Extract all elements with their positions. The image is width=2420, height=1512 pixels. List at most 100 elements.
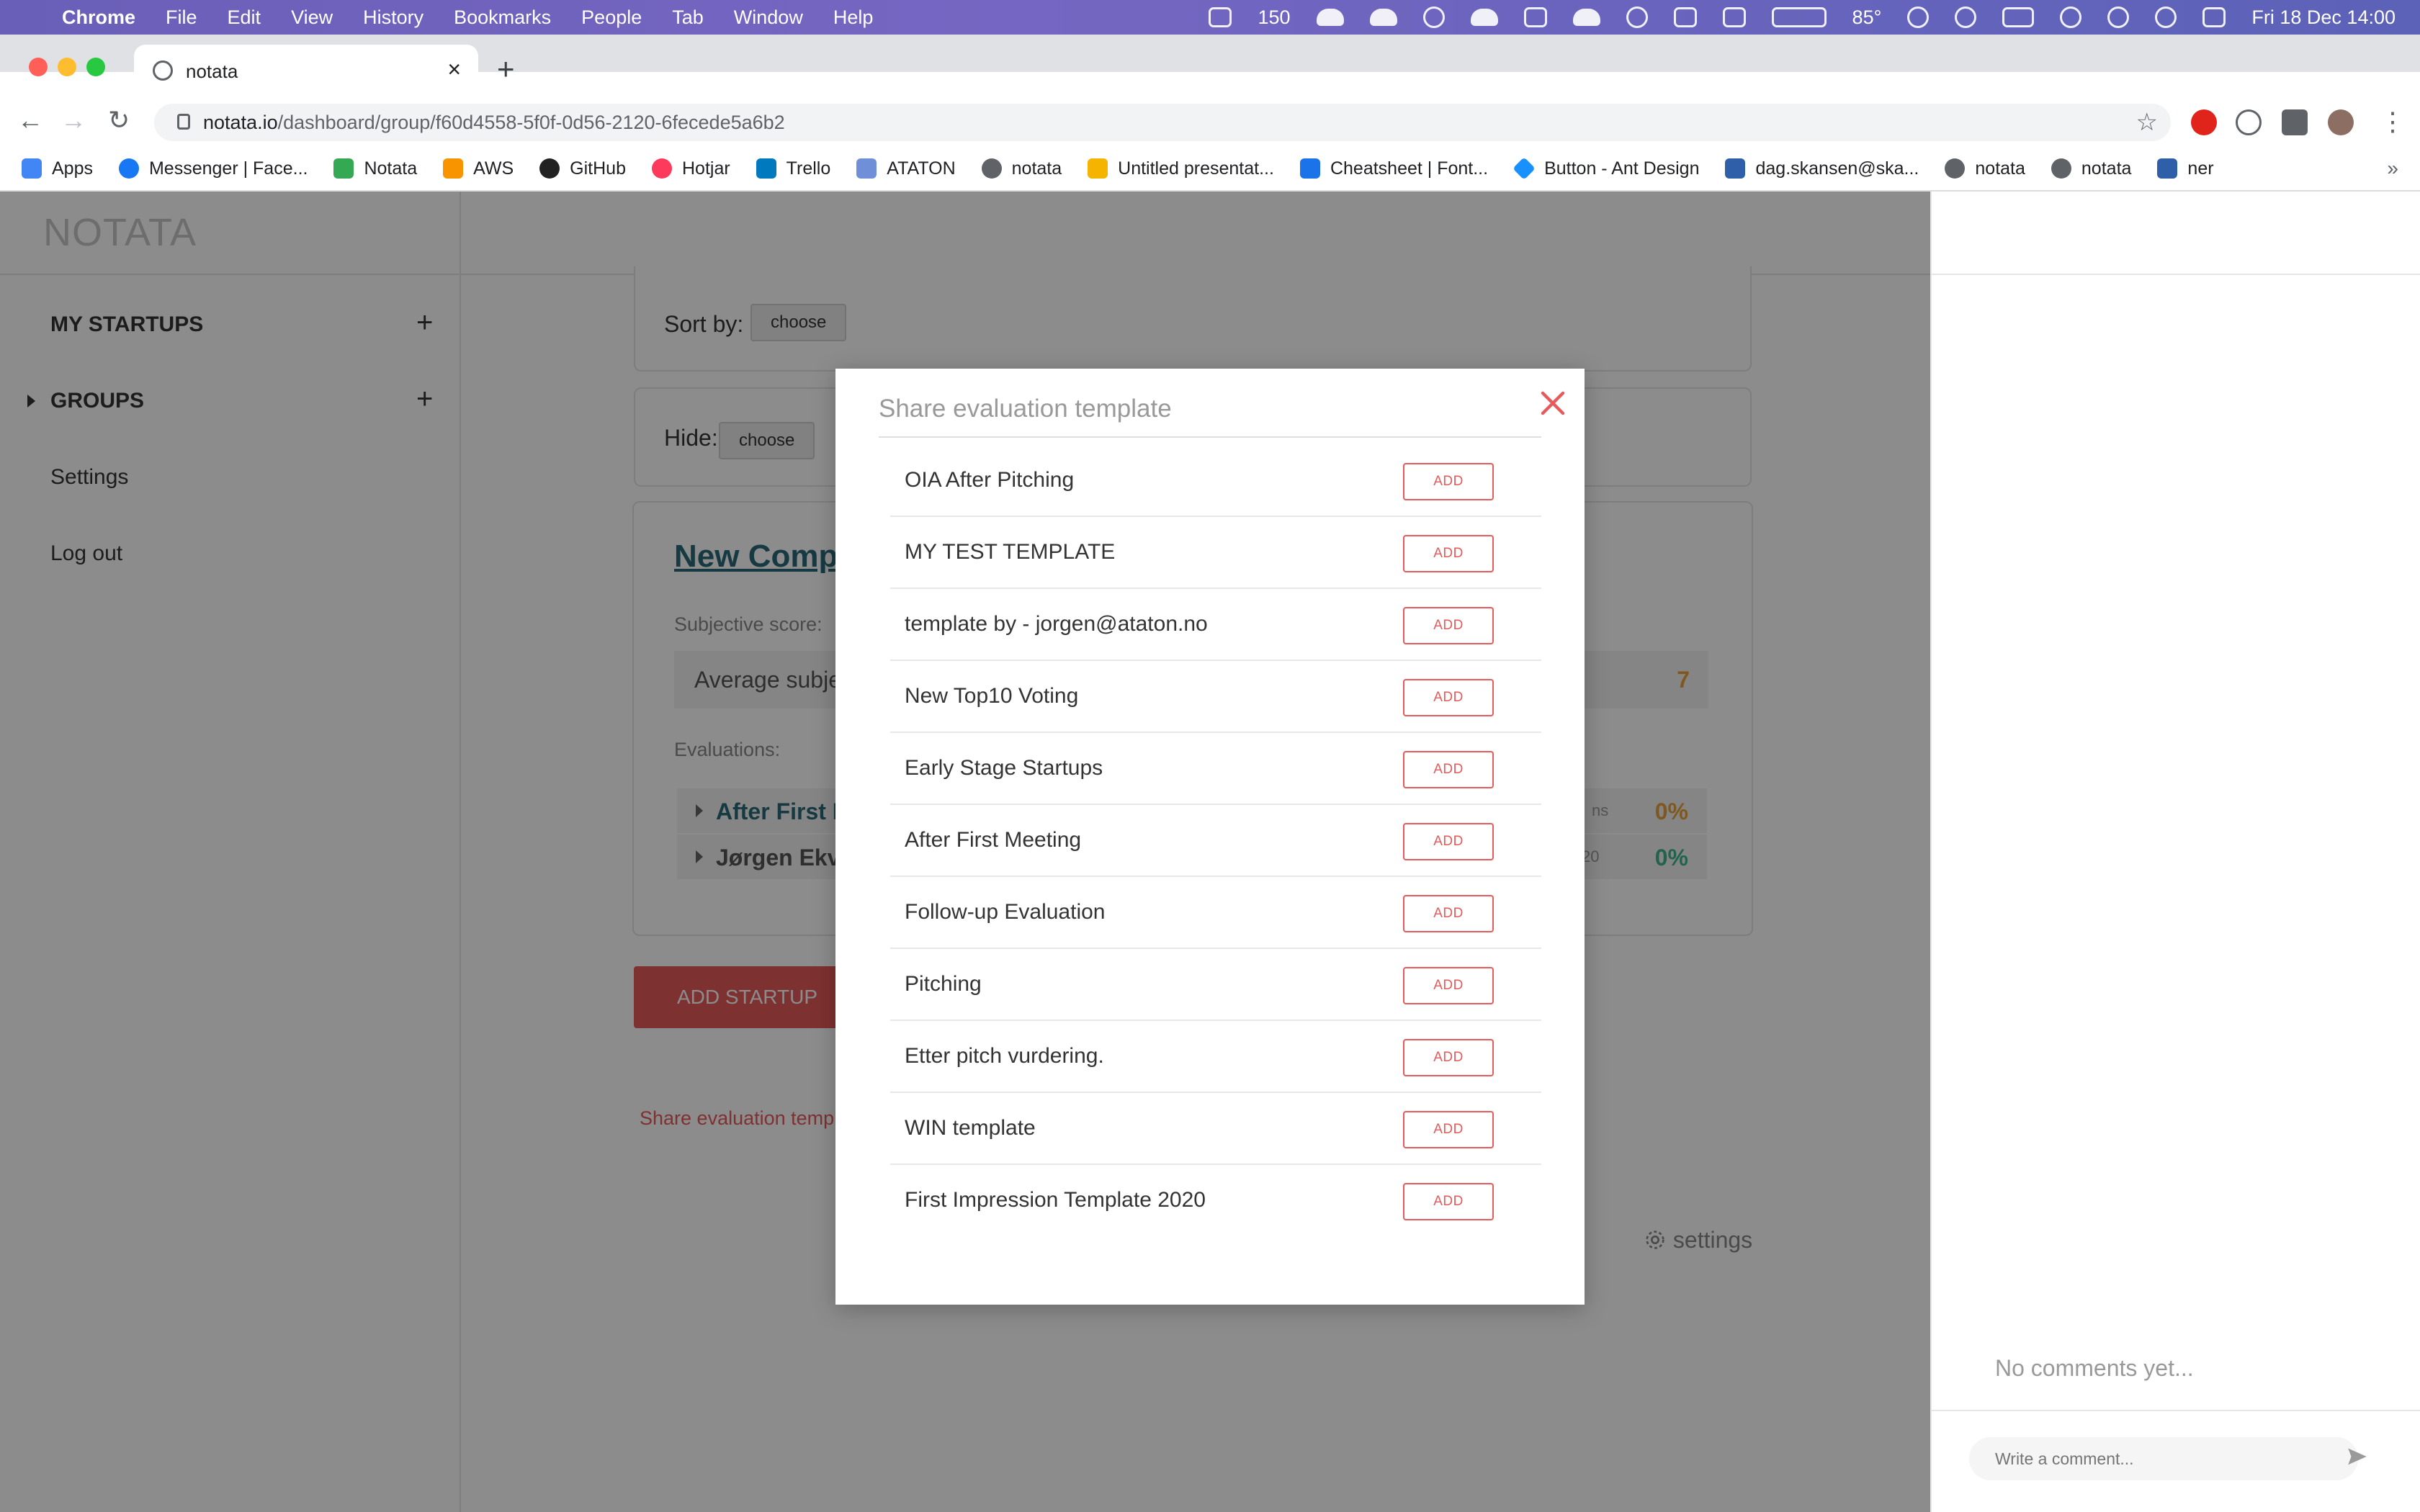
globe-icon [1945, 158, 1966, 179]
temperature-readout[interactable]: 85° [1852, 6, 1882, 29]
template-row: WIN template ADD [890, 1093, 1541, 1165]
add-template-button[interactable]: ADD [1403, 463, 1494, 500]
bookmark-app-icon[interactable] [1722, 7, 1746, 27]
add-template-button[interactable]: ADD [1403, 679, 1494, 716]
bookmark-dag-skansen[interactable]: dag.skansen@ska... [1725, 158, 1919, 179]
back-arrow-icon[interactable]: ← [17, 105, 43, 135]
bookmark-untitled-presentation[interactable]: Untitled presentat... [1088, 158, 1274, 179]
window-close-button[interactable] [29, 58, 48, 76]
bookmarks-bar: Apps Messenger | Face... Notata AWS GitH… [0, 147, 2420, 192]
globe-icon [981, 158, 1002, 179]
wifi-icon[interactable] [2060, 6, 2082, 28]
add-template-button[interactable]: ADD [1403, 607, 1494, 644]
template-name: Pitching [905, 972, 982, 996]
url-text[interactable]: notata.io/dashboard/group/f60d4558-5f0f-… [203, 112, 785, 134]
browser-tab[interactable]: notata × [134, 45, 478, 96]
brain-icon[interactable] [1626, 6, 1648, 28]
add-template-button[interactable]: ADD [1403, 823, 1494, 860]
menu-people[interactable]: People [581, 6, 642, 29]
play-icon[interactable] [1907, 6, 1930, 28]
bookmarks-overflow-icon[interactable]: » [2387, 157, 2398, 180]
control-center-icon[interactable] [2202, 7, 2226, 27]
bluetooth-icon[interactable] [1955, 6, 1977, 28]
bookmark-aws[interactable]: AWS [443, 158, 514, 179]
bookmark-label: ATATON [887, 158, 956, 179]
menu-file[interactable]: File [166, 6, 197, 29]
template-row: template by - jorgen@ataton.no ADD [890, 589, 1541, 661]
password-manager-icon[interactable] [1422, 6, 1445, 28]
bookmark-notata-2[interactable]: notata [1945, 158, 2025, 179]
menu-bookmarks[interactable]: Bookmarks [454, 6, 551, 29]
weather-cloud-icon[interactable] [1572, 9, 1600, 26]
facebook-icon [118, 158, 139, 179]
bookmark-label: Trello [786, 158, 831, 179]
bookmark-ner[interactable]: ner [2157, 158, 2214, 179]
bookmark-messenger[interactable]: Messenger | Face... [118, 158, 308, 179]
status-count[interactable]: 150 [1258, 6, 1290, 29]
opera-extension-icon[interactable] [2191, 109, 2217, 135]
add-template-button[interactable]: ADD [1403, 1039, 1494, 1076]
new-tab-button[interactable]: + [497, 52, 515, 86]
add-template-button[interactable]: ADD [1403, 895, 1494, 932]
bookmark-apps[interactable]: Apps [22, 158, 93, 179]
bookmark-notata-3[interactable]: notata [2051, 158, 2132, 179]
kebab-menu-icon[interactable]: ⋮ [2380, 107, 2406, 137]
bookmark-label: Apps [52, 158, 93, 179]
ataton-icon [856, 158, 877, 179]
globe-icon [2051, 158, 2071, 179]
add-template-button[interactable]: ADD [1403, 1183, 1494, 1220]
battery-icon[interactable] [2002, 7, 2035, 27]
add-template-button[interactable]: ADD [1403, 967, 1494, 1004]
github-icon [539, 158, 560, 179]
menu-view[interactable]: View [291, 6, 333, 29]
profile-avatar[interactable] [2328, 109, 2354, 135]
bookmark-ant-design[interactable]: Button - Ant Design [1512, 157, 1699, 180]
bookmark-cheatsheet[interactable]: Cheatsheet | Font... [1299, 158, 1488, 179]
user-icon[interactable] [2107, 6, 2130, 28]
template-row: Etter pitch vurdering. ADD [890, 1021, 1541, 1093]
translate-extension-icon[interactable] [2236, 109, 2262, 135]
menu-clock[interactable]: Fri 18 Dec 14:00 [2251, 6, 2396, 29]
forward-arrow-icon[interactable]: → [60, 105, 86, 135]
bookmark-ataton[interactable]: ATATON [856, 158, 956, 179]
comments-panel [1930, 192, 2420, 1512]
macos-menu-bar: Chrome File Edit View History Bookmarks … [0, 0, 2420, 35]
cloud-sync-icon[interactable] [1369, 9, 1397, 26]
cloud-upload-icon[interactable] [1316, 9, 1344, 26]
add-template-button[interactable]: ADD [1403, 751, 1494, 788]
template-row: Early Stage Startups ADD [890, 733, 1541, 805]
menu-help[interactable]: Help [833, 6, 874, 29]
bookmark-notata-1[interactable]: notata [981, 158, 1062, 179]
send-icon[interactable] [2345, 1444, 2370, 1469]
menu-edit[interactable]: Edit [228, 6, 261, 29]
dropbox-icon[interactable] [1209, 7, 1232, 27]
bookmark-label: notata [2081, 158, 2132, 179]
tab-close-icon[interactable]: × [447, 56, 461, 83]
window-zoom-button[interactable] [86, 58, 105, 76]
spotlight-search-icon[interactable] [2155, 6, 2177, 28]
reload-icon[interactable]: ↻ [108, 105, 130, 135]
menu-window[interactable]: Window [734, 6, 803, 29]
window-minimize-button[interactable] [58, 58, 76, 76]
bookmark-trello[interactable]: Trello [756, 158, 831, 179]
network-graph-icon[interactable] [1771, 7, 1827, 27]
bookmark-notata-drive[interactable]: Notata [333, 158, 417, 179]
cloud-icon[interactable] [1470, 9, 1498, 26]
window-layout-icon[interactable] [1673, 7, 1697, 27]
comment-input[interactable] [1969, 1437, 2358, 1480]
cpu-monitor-icon[interactable] [1523, 7, 1547, 27]
menu-app-name[interactable]: Chrome [62, 6, 135, 29]
add-template-button[interactable]: ADD [1403, 535, 1494, 572]
address-bar[interactable]: notata.io/dashboard/group/f60d4558-5f0f-… [154, 104, 2171, 141]
lock-icon[interactable] [177, 114, 190, 130]
template-name: template by - jorgen@ataton.no [905, 612, 1208, 636]
bookmark-hotjar[interactable]: Hotjar [651, 158, 730, 179]
bookmark-star-icon[interactable]: ☆ [2136, 108, 2158, 137]
add-template-button[interactable]: ADD [1403, 1111, 1494, 1148]
database-icon [2157, 158, 2178, 179]
menu-tab[interactable]: Tab [672, 6, 704, 29]
bookmark-github[interactable]: GitHub [539, 158, 626, 179]
close-icon[interactable] [1536, 386, 1570, 420]
menu-history[interactable]: History [363, 6, 424, 29]
puzzle-extensions-icon[interactable] [2282, 109, 2308, 135]
